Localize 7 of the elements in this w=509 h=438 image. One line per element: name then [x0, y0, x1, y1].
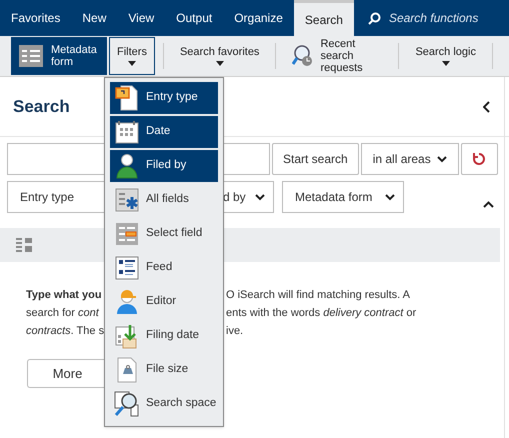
help-text: ents with the words delivery contract or: [226, 307, 416, 319]
help-text: Type what you: [26, 288, 103, 303]
help-text: search for cont: [26, 306, 100, 321]
panel-title: Search: [13, 96, 70, 118]
help-text: O iSearch will find matching results. A: [226, 289, 410, 301]
help-text: ive.: [226, 325, 244, 337]
help-text: contracts. The s: [26, 324, 104, 339]
